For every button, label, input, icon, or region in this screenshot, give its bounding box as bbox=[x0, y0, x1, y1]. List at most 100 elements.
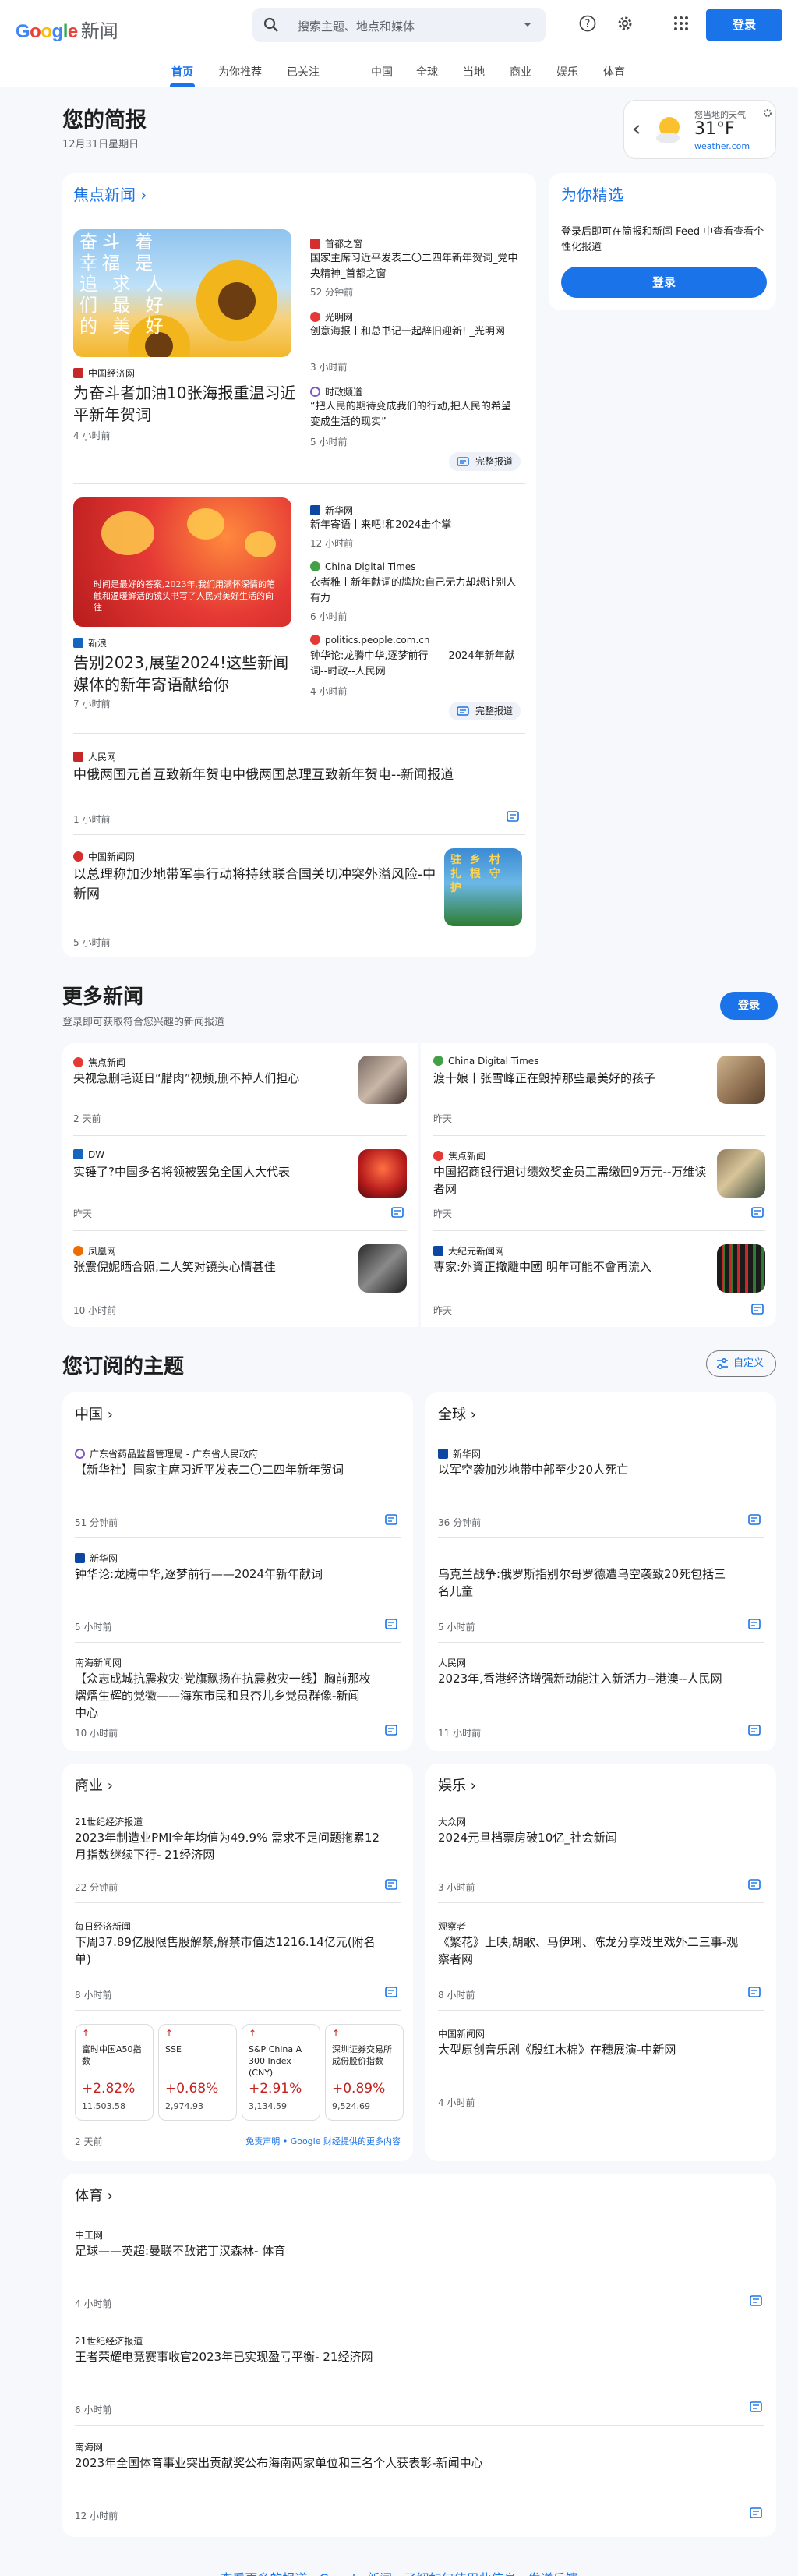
world-1-title[interactable]: 以军空袭加沙地带中部至少20人死亡 bbox=[438, 1461, 765, 1478]
business-2-title[interactable]: 下周37.89亿股限售股解禁,解禁市值达1216.14亿元(附名单) bbox=[75, 1934, 387, 1968]
tab-local[interactable]: 当地 bbox=[463, 64, 485, 80]
topic-sports-link[interactable]: 体育 › bbox=[75, 2185, 113, 2205]
more-news-signin-button[interactable]: 登录 bbox=[720, 992, 778, 1020]
full-coverage-icon[interactable] bbox=[391, 1207, 404, 1218]
full-coverage-icon[interactable] bbox=[385, 1514, 397, 1525]
topic-china-link[interactable]: 中国 › bbox=[75, 1403, 113, 1424]
stock-card[interactable]: ↑ 深圳证券交易所成份股价指数 +0.89% 9,524.69 bbox=[325, 2024, 404, 2121]
more-news-6-image[interactable] bbox=[717, 1244, 765, 1293]
source-logo-icon bbox=[73, 1246, 83, 1256]
headline-3-title[interactable]: 中俄两国元首互致新年贺电中俄两国总理互致新年贺电--新闻报道 bbox=[73, 766, 522, 785]
more-news-2-title[interactable]: 渡十娘丨张雪峰正在毁掉那些最美好的孩子 bbox=[433, 1070, 714, 1087]
business-1-title[interactable]: 2023年制造业PMI全年均值为49.9% 需求不足问题拖累12月指数继续下行-… bbox=[75, 1829, 387, 1863]
ent-3-time: 4 小时前 bbox=[438, 2097, 475, 2108]
headline-1-title[interactable]: 为奋斗者加油10张海报重温习近平新年贺词 bbox=[73, 382, 299, 426]
divider bbox=[73, 733, 525, 734]
full-coverage-button-1[interactable]: 完整报道 bbox=[449, 452, 521, 471]
chevron-left-icon[interactable] bbox=[632, 124, 641, 135]
headline-1-image[interactable]: 奋斗 着 幸福 是 追 求 人 们 最 好 的 美 好 bbox=[73, 229, 291, 357]
more-news-3-title[interactable]: 实锤了?中国多名将领被罢免全国人大代表 bbox=[73, 1163, 354, 1180]
apps-grid-icon[interactable] bbox=[672, 14, 690, 33]
headline-1c-title[interactable]: “把人民的期待变成我们的行动,把人民的希望变成生活的现实” bbox=[310, 399, 519, 430]
topic-business-link[interactable]: 商业 › bbox=[75, 1775, 113, 1795]
tab-for-you[interactable]: 为你推荐 bbox=[218, 64, 262, 80]
google-news-logo[interactable]: Google 新闻 bbox=[16, 16, 118, 43]
full-coverage-icon[interactable] bbox=[385, 1879, 397, 1890]
full-coverage-icon[interactable] bbox=[748, 1987, 761, 1997]
full-coverage-icon[interactable] bbox=[748, 1514, 761, 1525]
search-icon[interactable] bbox=[263, 17, 279, 33]
more-news-2-image[interactable] bbox=[717, 1056, 765, 1104]
headlines-link[interactable]: 焦点新闻 › bbox=[73, 182, 147, 205]
china-2-source: 新华网 bbox=[75, 1552, 118, 1565]
full-coverage-icon[interactable] bbox=[751, 1207, 764, 1218]
headline-4-title[interactable]: 以总理称加沙地带军事行动将持续联合国关切冲突外溢风险-中新网 bbox=[73, 865, 440, 904]
header-signin-button[interactable]: 登录 bbox=[706, 9, 782, 41]
full-coverage-icon[interactable] bbox=[748, 1619, 761, 1629]
full-coverage-icon[interactable] bbox=[750, 2401, 762, 2412]
ent-1-title[interactable]: 2024元旦档票房破10亿_社会新闻 bbox=[438, 1829, 750, 1846]
more-news-3-image[interactable] bbox=[358, 1149, 407, 1198]
full-coverage-icon[interactable] bbox=[750, 2507, 762, 2518]
stock-card[interactable]: ↑ S&P China A 300 Index (CNY) +2.91% 3,134.… bbox=[242, 2024, 320, 2121]
sports-1-title[interactable]: 足球——英超:曼联不敌诺丁汉森林- 体育 bbox=[75, 2242, 745, 2259]
tab-china[interactable]: 中国 bbox=[371, 64, 393, 80]
more-news-4-title[interactable]: 中国招商银行退讨绩效奖金员工需缴回9万元--万维读者网 bbox=[433, 1163, 714, 1198]
headline-4-image[interactable]: 驻 乡 村 扎 根 守 护 bbox=[444, 848, 522, 926]
world-3-title[interactable]: 2023年,香港经济增强新动能注入新活力--港澳--人民网 bbox=[438, 1670, 734, 1687]
tab-sports[interactable]: 体育 bbox=[603, 64, 625, 80]
full-coverage-icon[interactable] bbox=[385, 1725, 397, 1736]
source-logo-icon bbox=[75, 1553, 85, 1563]
gear-icon[interactable] bbox=[616, 14, 634, 33]
chevron-down-icon[interactable] bbox=[522, 19, 533, 30]
stock-card[interactable]: ↑ 富时中国A50指数 +2.82% 11,503.58 bbox=[75, 2024, 154, 2121]
headline-1b-title[interactable]: 创意海报丨和总书记一起辞旧迎新! _光明网 bbox=[310, 324, 519, 340]
full-coverage-icon[interactable] bbox=[385, 1987, 397, 1997]
tab-entertainment[interactable]: 娱乐 bbox=[556, 64, 578, 80]
more-news-6-title[interactable]: 專家:外資正撤離中國 明年可能不會再流入 bbox=[433, 1258, 714, 1276]
headline-2-image[interactable]: 时间是最好的答案,2023年,我们用满怀深情的笔触和温暖鲜活的镜头书写了人民对美… bbox=[73, 497, 291, 627]
tab-business[interactable]: 商业 bbox=[510, 64, 531, 80]
more-news-1-image[interactable] bbox=[358, 1056, 407, 1104]
headline-2-title[interactable]: 告别2023,展望2024!这些新闻媒体的新年寄语献给你 bbox=[73, 652, 299, 695]
topic-entertainment-link[interactable]: 娱乐 › bbox=[438, 1775, 476, 1795]
more-news-4-image[interactable] bbox=[717, 1149, 765, 1198]
picks-signin-button[interactable]: 登录 bbox=[561, 267, 767, 298]
headline-2c-title[interactable]: 钟华论:龙腾中华,逐梦前行——2024年新年献词--时政--人民网 bbox=[310, 649, 519, 680]
full-coverage-icon[interactable] bbox=[750, 2295, 762, 2306]
full-coverage-icon[interactable] bbox=[751, 1304, 764, 1315]
china-3-title[interactable]: 【众志成城抗震救灾·党旗飘扬在抗震救灾一线】胸前那枚熠熠生辉的党徽——海东市民和… bbox=[75, 1670, 371, 1721]
full-coverage-icon[interactable] bbox=[507, 811, 519, 822]
search-input[interactable]: 搜索主题、地点和媒体 bbox=[298, 18, 415, 34]
help-icon[interactable]: ? bbox=[578, 14, 597, 33]
customize-button[interactable]: 自定义 bbox=[706, 1350, 776, 1377]
sports-2-title[interactable]: 王者荣耀电竞赛事收官2023年已实现盈亏平衡- 21经济网 bbox=[75, 2348, 745, 2365]
topic-world-link[interactable]: 全球 › bbox=[438, 1403, 476, 1424]
headline-2a-title[interactable]: 新年寄语丨来吧!和2024击个掌 bbox=[310, 518, 519, 533]
china-2-title[interactable]: 钟华论:龙腾中华,逐梦前行——2024年新年献词 bbox=[75, 1566, 371, 1583]
full-coverage-icon[interactable] bbox=[748, 1879, 761, 1890]
more-news-5-title[interactable]: 张震倪妮晒合照,二人笑对镜头心情甚佳 bbox=[73, 1258, 354, 1276]
finance-disclaimer-link[interactable]: 免责声明 • Google 财经提供的更多内容 bbox=[245, 2135, 401, 2147]
weather-source-link[interactable]: weather.com bbox=[694, 141, 750, 151]
sports-3-title[interactable]: 2023年全国体育事业突出贡献奖公布海南两家单位和三名个人获表彰-新闻中心 bbox=[75, 2454, 745, 2472]
full-coverage-icon[interactable] bbox=[748, 1725, 761, 1736]
full-coverage-icon[interactable] bbox=[385, 1619, 397, 1629]
ent-2-title[interactable]: 《繁花》上映,胡歌、马伊琍、陈龙分享戏里戏外二三事-观察者网 bbox=[438, 1934, 750, 1968]
world-2-title[interactable]: 乌克兰战争:俄罗斯指别尔哥罗德遭乌空袭致20死包括三名儿童 bbox=[438, 1566, 734, 1600]
ent-3-title[interactable]: 大型原创音乐剧《殷红木棉》在穗展演-中新网 bbox=[438, 2041, 750, 2058]
china-1-title[interactable]: 【新华社】国家主席习近平发表二〇二四年新年贺词 bbox=[75, 1461, 402, 1478]
tab-world[interactable]: 全球 bbox=[416, 64, 438, 80]
headline-2b-title[interactable]: 衣者稚丨新年献词的尴尬:自己无力却想让别人有力 bbox=[310, 575, 519, 607]
more-news-1-title[interactable]: 央视急删毛诞日“腊肉”视频,删不掉人们担心 bbox=[73, 1070, 354, 1087]
settings-small-icon[interactable] bbox=[763, 108, 772, 118]
search-bar[interactable]: 搜索主题、地点和媒体 bbox=[252, 8, 546, 42]
more-news-5-image[interactable] bbox=[358, 1244, 407, 1293]
headline-1a-title[interactable]: 国家主席习近平发表二〇二四年新年贺词_党中央精神_首都之窗 bbox=[310, 251, 519, 282]
weather-widget[interactable]: 您当地的天气 31°F weather.com bbox=[623, 100, 776, 159]
footer-links[interactable]: 查看更多的报道 · Google 新闻 · 了解如何使用此信息 · 发送反馈 bbox=[0, 2568, 798, 2576]
tab-following[interactable]: 已关注 bbox=[287, 64, 320, 80]
tab-home[interactable]: 首页 bbox=[171, 64, 193, 80]
stock-card[interactable]: ↑ SSE +0.68% 2,974.93 bbox=[158, 2024, 237, 2121]
full-coverage-button-2[interactable]: 完整报道 bbox=[449, 702, 521, 720]
